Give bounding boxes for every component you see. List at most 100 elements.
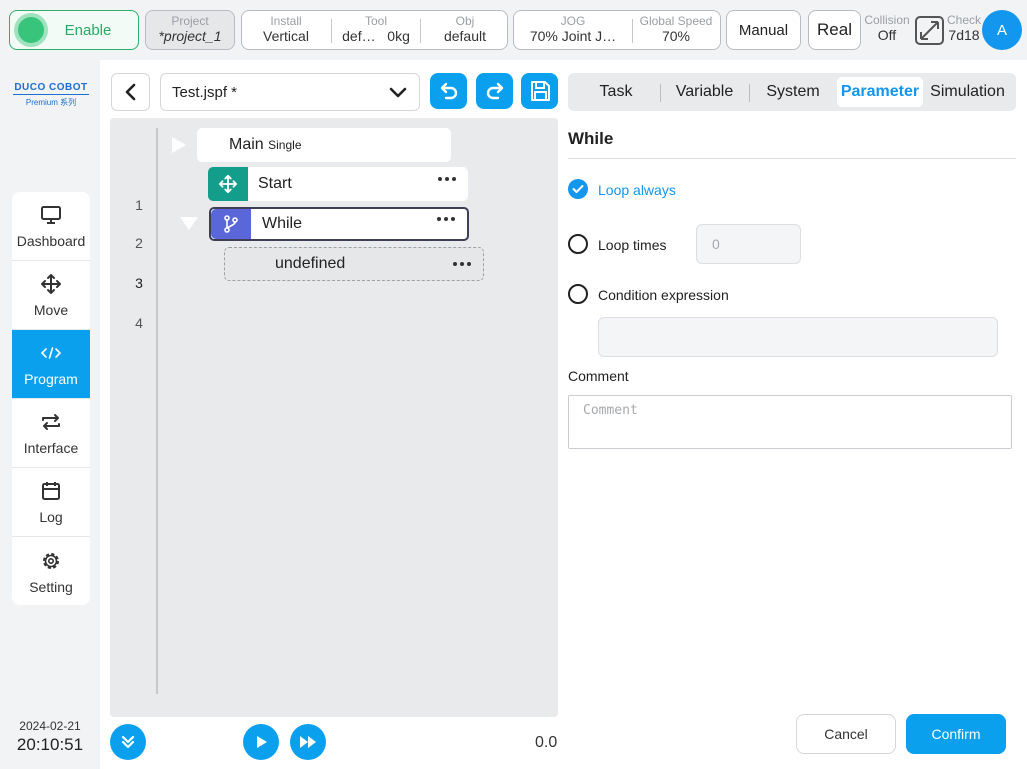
project-selector[interactable]: Project *project_1	[145, 10, 235, 50]
undo-button[interactable]	[430, 73, 467, 109]
save-button[interactable]	[521, 73, 558, 109]
clock: 2024-02-21 20:10:51	[0, 719, 100, 755]
node-label-while: While	[262, 215, 303, 232]
collision-label: Collision	[864, 13, 910, 27]
nav-item-log[interactable]: Log	[12, 468, 90, 537]
more-options-icon[interactable]	[453, 262, 471, 266]
collision-status: Collision Off	[862, 14, 912, 44]
branch-icon	[211, 209, 251, 239]
redo-button[interactable]	[476, 73, 513, 109]
undo-icon	[440, 82, 457, 100]
condition-radio[interactable]	[568, 284, 588, 304]
nav-label-move: Move	[33, 302, 69, 318]
brand-name: DUCO COBOT	[13, 82, 89, 95]
tree-node-undefined[interactable]: undefined	[224, 247, 484, 281]
enable-button[interactable]: Enable	[9, 10, 139, 50]
loop-always-radio[interactable]	[568, 179, 588, 199]
swap-arrows-icon	[40, 410, 62, 434]
speed-value: 0.0	[535, 734, 558, 751]
loop-times-input[interactable]: 0	[696, 224, 801, 264]
confirm-button[interactable]: Confirm	[906, 714, 1006, 754]
loop-always-label[interactable]: Loop always	[598, 182, 676, 198]
nav-item-interface[interactable]: Interface	[12, 399, 90, 468]
node-label-main: Main	[229, 136, 264, 153]
more-options-icon[interactable]	[438, 177, 456, 181]
monitor-icon	[40, 203, 62, 227]
top-status-bar: Enable Project *project_1 Install Vertic…	[0, 0, 1027, 60]
user-avatar[interactable]: A	[982, 10, 1022, 50]
double-chevron-down-icon	[121, 735, 135, 749]
calendar-icon	[40, 479, 62, 503]
obj-value: default	[443, 28, 487, 44]
step-down-button[interactable]	[110, 724, 146, 760]
redo-icon	[486, 82, 503, 100]
current-time: 20:10:51	[16, 735, 84, 754]
brand-logo: DUCO COBOT Premium 系列	[13, 82, 89, 108]
nav-label-dashboard: Dashboard	[16, 233, 86, 249]
code-icon	[40, 341, 62, 365]
tab-system[interactable]: System	[749, 77, 837, 107]
collapse-marker-icon[interactable]	[180, 217, 198, 230]
power-indicator-icon	[18, 17, 44, 43]
more-options-icon[interactable]	[437, 217, 455, 221]
check-label: Check	[946, 13, 981, 27]
node-label-undefined: undefined	[275, 255, 346, 272]
install-tool-obj-panel[interactable]: Install Vertical Tool def… 0kg Obj defau…	[241, 10, 508, 50]
move-arrows-icon	[208, 167, 248, 201]
expand-icon[interactable]	[915, 16, 944, 45]
tool-label: Tool	[364, 14, 387, 28]
check-status: Check 7d18	[944, 14, 984, 44]
tree-node-main[interactable]: Main Single	[197, 128, 451, 162]
back-button[interactable]	[111, 73, 150, 111]
jog-speed-panel[interactable]: JOG 70% Joint J… Global Speed 70%	[513, 10, 721, 50]
global-speed-label: Global Speed	[639, 14, 713, 28]
condition-expression-input[interactable]	[598, 317, 998, 357]
fast-forward-icon	[300, 736, 316, 748]
main-nav: Dashboard Move Program Interface Log Set…	[12, 192, 90, 605]
node-sublabel-single: Single	[268, 138, 302, 152]
node-label-start: Start	[258, 175, 292, 192]
jog-value: 70% Joint J…	[529, 28, 617, 44]
tree-node-start[interactable]: Start	[208, 167, 468, 201]
brand-series: Premium 系列	[25, 98, 77, 107]
tab-parameter[interactable]: Parameter	[837, 77, 923, 107]
nav-item-setting[interactable]: Setting	[12, 537, 90, 605]
nav-item-move[interactable]: Move	[12, 261, 90, 330]
play-button[interactable]	[243, 724, 279, 760]
global-speed-value: 70%	[661, 28, 691, 44]
line-number: 3	[135, 275, 143, 291]
save-icon	[530, 81, 550, 101]
play-icon	[257, 736, 267, 748]
obj-label: Obj	[455, 14, 475, 28]
line-number: 4	[135, 315, 143, 331]
comment-textarea[interactable]: Comment	[568, 395, 1012, 449]
tab-variable[interactable]: Variable	[660, 77, 749, 107]
tab-simulation[interactable]: Simulation	[923, 77, 1012, 107]
tree-node-while[interactable]: While	[209, 207, 469, 241]
gear-icon	[40, 549, 62, 573]
program-workspace: Test.jspf * 1 Main Single 2 Start 3 Whil…	[100, 60, 1027, 769]
loop-times-radio[interactable]	[568, 234, 588, 254]
project-label: Project	[171, 14, 209, 28]
nav-label-log: Log	[39, 509, 63, 525]
enable-label: Enable	[64, 21, 112, 39]
loop-times-label[interactable]: Loop times	[598, 237, 666, 253]
program-tree: 1 Main Single 2 Start 3 While 4 undefine…	[110, 118, 558, 717]
program-file-select[interactable]: Test.jspf *	[160, 73, 420, 111]
check-value: 7d18	[948, 27, 980, 43]
nav-item-program[interactable]: Program	[12, 330, 90, 399]
manual-mode-button[interactable]: Manual	[726, 10, 801, 50]
real-mode-button[interactable]: Real	[808, 10, 861, 50]
nav-label-interface: Interface	[23, 440, 79, 456]
line-number: 2	[135, 235, 143, 251]
tab-task[interactable]: Task	[568, 77, 664, 107]
fast-forward-button[interactable]	[290, 724, 326, 760]
jog-label: JOG	[560, 14, 586, 28]
cancel-button[interactable]: Cancel	[796, 714, 896, 754]
nav-label-program: Program	[24, 371, 78, 387]
condition-label[interactable]: Condition expression	[598, 287, 729, 303]
program-file-name: Test.jspf *	[172, 84, 238, 101]
chevron-left-icon	[125, 83, 135, 101]
tab-bar: Task Variable System Parameter Simulatio…	[568, 73, 1016, 111]
nav-item-dashboard[interactable]: Dashboard	[12, 192, 90, 261]
